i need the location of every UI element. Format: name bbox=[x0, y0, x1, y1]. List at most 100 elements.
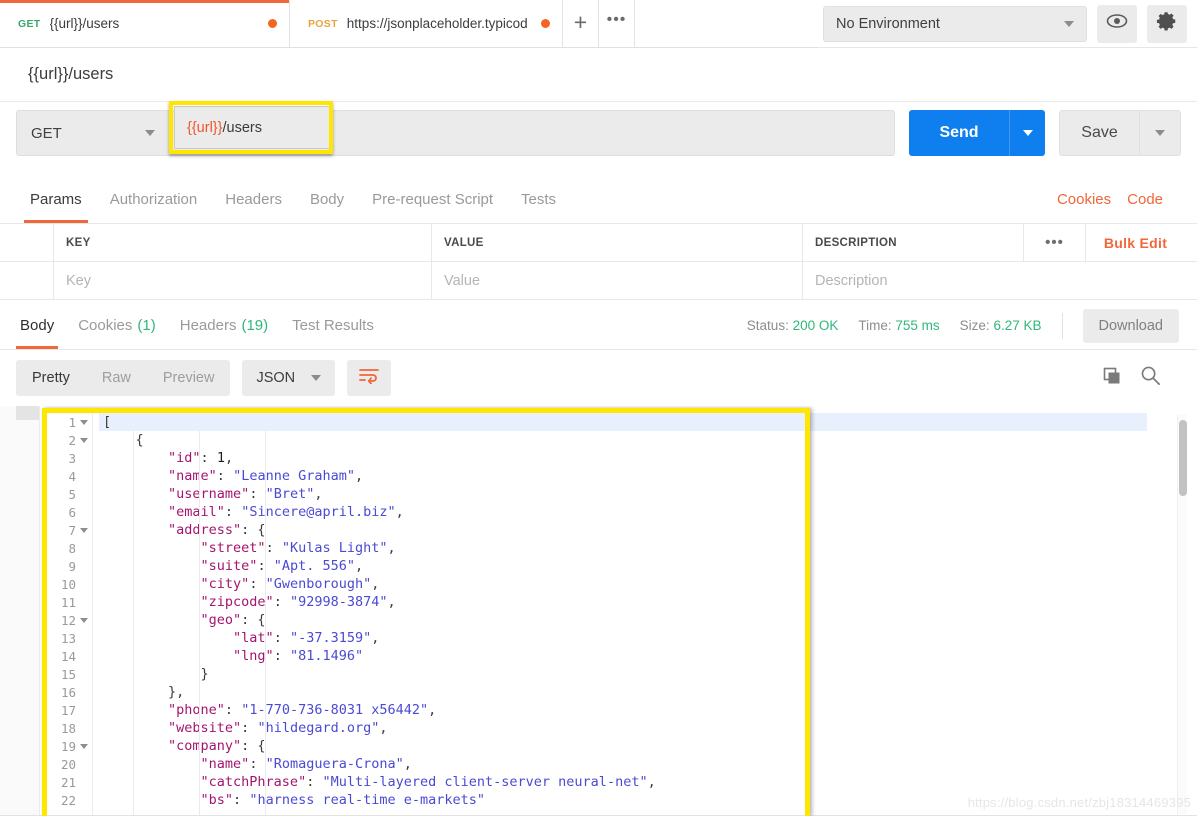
params-value-input[interactable]: Value bbox=[432, 262, 803, 299]
response-body-viewer: 1 2 3 4 5 6 7 8 9 10 11 12 13 14 15 16 17 18 19 20 21 22 [ { … bbox=[0, 406, 1197, 816]
code-line[interactable]: "street": "Kulas Light", bbox=[99, 539, 1147, 557]
scrollbar-thumb[interactable] bbox=[1179, 420, 1187, 496]
response-tab-cookies[interactable]: Cookies (1) bbox=[66, 302, 168, 349]
code-line[interactable]: "company": { bbox=[99, 737, 1147, 755]
eye-icon bbox=[1106, 13, 1128, 34]
tab-pre-request-script[interactable]: Pre-request Script bbox=[358, 176, 507, 223]
response-format-select[interactable]: JSON bbox=[242, 360, 336, 396]
chevron-down-icon bbox=[1155, 130, 1165, 136]
environment-selector[interactable]: No Environment bbox=[823, 5, 1087, 42]
code-line[interactable]: "website": "hildegard.org", bbox=[99, 719, 1147, 737]
code-line[interactable]: [ bbox=[99, 413, 1147, 431]
fold-toggle-icon[interactable] bbox=[80, 743, 88, 749]
save-options-button[interactable] bbox=[1139, 110, 1181, 156]
code-line[interactable]: "lat": "-37.3159", bbox=[99, 629, 1147, 647]
http-method-select[interactable]: GET bbox=[16, 110, 169, 156]
copy-icon[interactable] bbox=[1102, 366, 1122, 391]
code-line[interactable]: { bbox=[99, 431, 1147, 449]
code-line-number: 9 bbox=[68, 558, 76, 574]
fold-toggle-icon[interactable] bbox=[80, 437, 88, 443]
code-line-number: 14 bbox=[60, 648, 76, 664]
send-options-button[interactable] bbox=[1009, 110, 1045, 156]
new-tab-button[interactable]: + bbox=[563, 0, 599, 47]
code-line[interactable]: "bs": "harness real-time e-markets" bbox=[99, 791, 1147, 809]
params-header-key: KEY bbox=[54, 224, 432, 261]
params-row-checkbox[interactable] bbox=[0, 262, 54, 299]
cookies-link[interactable]: Cookies bbox=[1057, 191, 1111, 208]
tab-options-button[interactable]: ••• bbox=[599, 0, 635, 47]
fold-toggle-icon[interactable] bbox=[80, 527, 88, 533]
params-table: KEY VALUE DESCRIPTION ••• Bulk Edit Key … bbox=[0, 224, 1197, 300]
send-button[interactable]: Send bbox=[909, 110, 1009, 156]
params-table-header-row: KEY VALUE DESCRIPTION ••• Bulk Edit bbox=[0, 224, 1197, 262]
code-line[interactable]: "geo": { bbox=[99, 611, 1147, 629]
code-line[interactable]: "username": "Bret", bbox=[99, 485, 1147, 503]
time-value: 755 ms bbox=[895, 318, 940, 333]
tab-body[interactable]: Body bbox=[296, 176, 358, 223]
tab-1-name: {{url}}/users bbox=[49, 16, 120, 31]
http-method-label: GET bbox=[31, 124, 62, 142]
code-line[interactable]: "name": "Leanne Graham", bbox=[99, 467, 1147, 485]
tab-headers[interactable]: Headers bbox=[211, 176, 296, 223]
download-button[interactable]: Download bbox=[1082, 308, 1179, 343]
request-tab-2[interactable]: POST https://jsonplaceholder.typicod bbox=[290, 0, 563, 47]
code-line-number: 19 bbox=[47, 737, 92, 755]
url-input[interactable]: {{url}}/users bbox=[174, 106, 330, 149]
code-line[interactable]: "id": 1, bbox=[99, 449, 1147, 467]
request-tab-1[interactable]: GET {{url}}/users bbox=[0, 0, 290, 47]
response-body-scrollbar[interactable] bbox=[1177, 414, 1187, 814]
code-link[interactable]: Code bbox=[1127, 191, 1163, 208]
view-raw[interactable]: Raw bbox=[86, 360, 147, 396]
time-label: Time: bbox=[858, 318, 892, 333]
code-editor[interactable]: 1 2 3 4 5 6 7 8 9 10 11 12 13 14 15 16 17 18 19 20 21 22 [ { … bbox=[47, 413, 1147, 816]
code-line-number: 20 bbox=[60, 756, 76, 772]
code-line[interactable]: }, bbox=[99, 683, 1147, 701]
url-input-container[interactable]: {{url}}/users bbox=[169, 101, 895, 156]
code-line[interactable]: "phone": "1-770-736-8031 x56442", bbox=[99, 701, 1147, 719]
code-line[interactable]: "email": "Sincere@april.biz", bbox=[99, 503, 1147, 521]
params-key-input[interactable]: Key bbox=[54, 262, 432, 299]
view-preview[interactable]: Preview bbox=[147, 360, 231, 396]
tab-1-unsaved-dot bbox=[268, 19, 277, 28]
environment-quick-look-button[interactable] bbox=[1097, 4, 1137, 43]
url-variable-token: {{url}} bbox=[187, 119, 223, 136]
code-line[interactable]: "catchPhrase": "Multi-layered client-ser… bbox=[99, 773, 1147, 791]
params-table-row[interactable]: Key Value Description bbox=[0, 262, 1197, 300]
text-wrap-icon bbox=[359, 368, 380, 389]
code-line-number: 17 bbox=[60, 702, 76, 718]
code-content[interactable]: [ { "id": 1, "name": "Leanne Graham", "u… bbox=[99, 413, 1147, 816]
url-bar: GET {{url}}/users Send Save bbox=[0, 101, 1197, 164]
fold-toggle-icon[interactable] bbox=[80, 419, 88, 425]
response-tab-cookies-label: Cookies bbox=[78, 317, 133, 334]
tab-authorization[interactable]: Authorization bbox=[96, 176, 212, 223]
response-tab-test-results[interactable]: Test Results bbox=[280, 302, 386, 349]
params-header-checkbox-cell bbox=[0, 224, 54, 261]
code-line[interactable]: "zipcode": "92998-3874", bbox=[99, 593, 1147, 611]
code-line[interactable]: "city": "Gwenborough", bbox=[99, 575, 1147, 593]
save-button[interactable]: Save bbox=[1059, 110, 1139, 156]
search-icon[interactable] bbox=[1140, 365, 1161, 391]
url-path-text: /users bbox=[222, 119, 263, 136]
params-header-description-label: DESCRIPTION bbox=[815, 236, 897, 249]
tab-params[interactable]: Params bbox=[16, 176, 96, 223]
fold-toggle-icon[interactable] bbox=[80, 617, 88, 623]
text-wrap-button[interactable] bbox=[347, 360, 392, 396]
code-line[interactable]: "address": { bbox=[99, 521, 1147, 539]
code-line[interactable]: "suite": "Apt. 556", bbox=[99, 557, 1147, 575]
tab-tests[interactable]: Tests bbox=[507, 176, 570, 223]
status-meta: Status: 200 OK bbox=[747, 318, 839, 333]
code-line[interactable]: "lng": "81.1496" bbox=[99, 647, 1147, 665]
code-line[interactable]: "name": "Romaguera-Crona", bbox=[99, 755, 1147, 773]
code-line[interactable]: } bbox=[99, 665, 1147, 683]
bulk-edit-button[interactable]: Bulk Edit bbox=[1085, 224, 1185, 261]
response-tab-headers[interactable]: Headers (19) bbox=[168, 302, 280, 349]
params-options-button[interactable]: ••• bbox=[1023, 224, 1085, 261]
response-tab-body[interactable]: Body bbox=[8, 302, 66, 349]
view-pretty[interactable]: Pretty bbox=[16, 360, 86, 396]
code-line-number: 3 bbox=[68, 450, 76, 466]
response-tab-cookies-count: (1) bbox=[137, 317, 156, 334]
code-line-number: 22 bbox=[60, 792, 76, 808]
params-description-input[interactable]: Description bbox=[803, 262, 1197, 299]
settings-button[interactable] bbox=[1147, 4, 1187, 43]
code-line-number: 12 bbox=[47, 611, 92, 629]
